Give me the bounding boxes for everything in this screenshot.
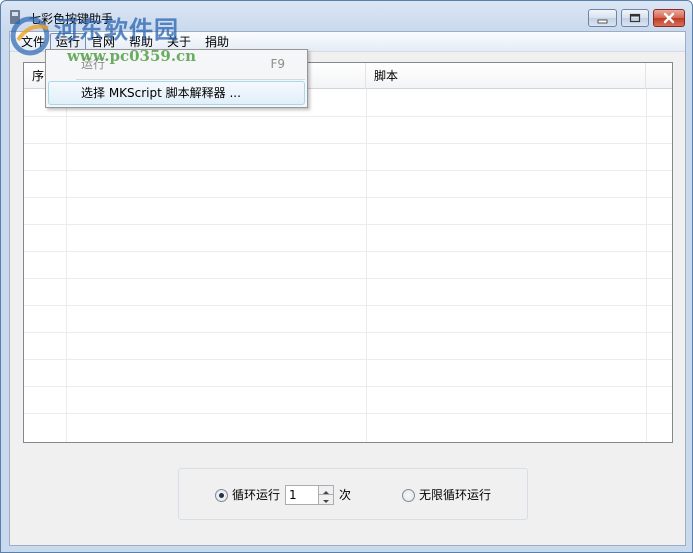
watermark-url: www.pc0359.cn: [67, 47, 197, 65]
grid-line: [24, 359, 672, 360]
grid-line: [646, 89, 647, 442]
grid-line: [66, 89, 67, 442]
close-button[interactable]: [653, 9, 685, 27]
grid-line: [366, 89, 367, 442]
minimize-button[interactable]: [588, 9, 617, 27]
maximize-button[interactable]: [621, 9, 649, 27]
watermark-logo-icon: [10, 16, 50, 56]
spin-down-button[interactable]: [319, 495, 333, 504]
run-options-group: 循环运行 1 次 无限循环运行: [178, 468, 528, 520]
grid-line: [24, 170, 672, 171]
menu-item-select-interpreter[interactable]: 选择 MKScript 脚本解释器 ...: [48, 81, 305, 105]
client-area: 文件 运行 官网 帮助 关于 捐助 序号 脚本 循环运行 1 次 无限循环运行: [9, 31, 686, 546]
grid-line: [24, 278, 672, 279]
maximize-icon: [629, 13, 641, 23]
infinite-loop-label[interactable]: 无限循环运行: [419, 487, 491, 503]
menu-separator: [76, 79, 305, 80]
close-icon: [663, 12, 675, 24]
grid-line: [24, 251, 672, 252]
grid-line: [24, 224, 672, 225]
loop-count-stepper[interactable]: [318, 485, 334, 505]
column-filler: [646, 63, 672, 89]
grid-line: [24, 116, 672, 117]
grid-line: [24, 197, 672, 198]
menu-item-run-shortcut: F9: [270, 57, 285, 71]
chevron-down-icon: [323, 500, 329, 503]
infinite-loop-radio[interactable]: [402, 489, 415, 502]
loop-run-label[interactable]: 循环运行: [232, 487, 280, 503]
grid-line: [24, 143, 672, 144]
minimize-icon: [597, 19, 608, 24]
spin-up-button[interactable]: [319, 486, 333, 495]
loop-unit-label: 次: [339, 488, 352, 502]
grid-line: [24, 305, 672, 306]
column-script[interactable]: 脚本: [366, 63, 646, 89]
script-list[interactable]: 序号 脚本: [23, 62, 673, 443]
watermark-site-name: 河东软件园: [54, 16, 179, 44]
menu-item-select-interpreter-label: 选择 MKScript 脚本解释器 ...: [81, 86, 241, 100]
loop-run-radio[interactable]: [215, 489, 228, 502]
grid-line: [24, 413, 672, 414]
loop-count-input[interactable]: 1: [285, 485, 321, 505]
grid-line: [24, 386, 672, 387]
grid-line: [24, 332, 672, 333]
